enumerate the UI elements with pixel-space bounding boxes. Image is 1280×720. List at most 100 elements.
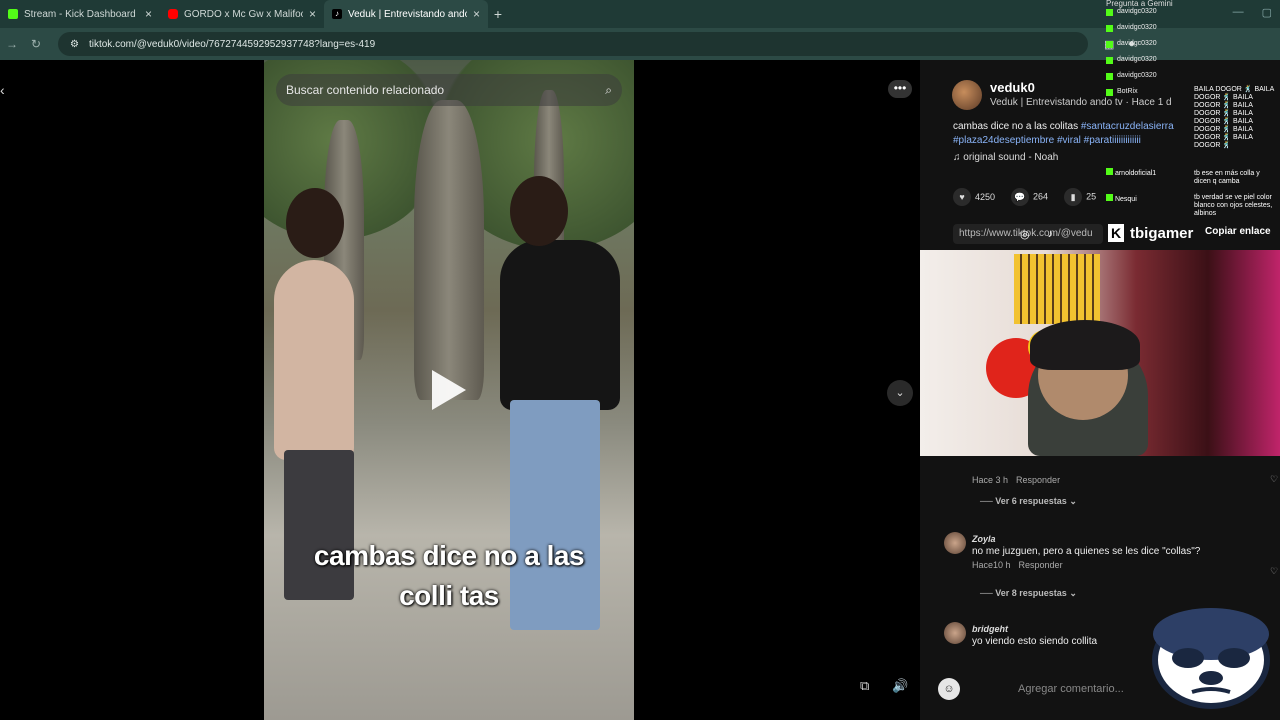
address-bar: → ↻ ⚙ tiktok.com/@veduk0/video/767274459… xyxy=(0,28,1280,60)
chat-username: davidgc0320 xyxy=(1117,72,1157,79)
kick-username: tbigamer xyxy=(1130,224,1194,242)
tab-youtube[interactable]: GORDO x Mc Gw x Malifoo - M × xyxy=(160,0,324,28)
chat-row: Nesqui xyxy=(1106,194,1137,204)
comment-time: Hace 3 h xyxy=(972,475,1009,485)
play-icon[interactable] xyxy=(432,370,466,410)
replies-label: Ver 8 respuestas xyxy=(995,588,1067,598)
chat-line: DOGOR 🕺 BAILA xyxy=(1194,134,1253,141)
chat-row: davidgc0320 xyxy=(1106,68,1280,84)
tab-title: GORDO x Mc Gw x Malifoo - M xyxy=(184,8,303,20)
search-icon[interactable]: ⌕ xyxy=(605,83,612,98)
close-icon[interactable]: × xyxy=(145,7,152,21)
related-search-bar[interactable]: Buscar contenido relacionado ⌕ xyxy=(276,74,622,106)
video-scene xyxy=(414,100,484,400)
video-scene xyxy=(286,188,344,258)
kick-badge-icon xyxy=(1106,168,1113,175)
reload-icon[interactable]: ↻ xyxy=(24,37,48,51)
comment-text: yo viendo esto siendo collita xyxy=(972,636,1098,647)
chat-username: davidgc0320 xyxy=(1117,56,1157,63)
chat-line: DOGOR 🕺 BAILA xyxy=(1194,126,1253,133)
social-icons: ◎ ♪ xyxy=(1020,228,1053,241)
chat-line: BAILA DOGOR 🕺 BAILA xyxy=(1194,86,1275,93)
video-scene xyxy=(500,240,620,410)
copy-link-button[interactable]: Copiar enlace xyxy=(1205,226,1271,237)
save-button[interactable]: ▮ 25 xyxy=(1064,188,1096,206)
chat-username: arnoldoficial1 xyxy=(1114,170,1157,177)
chat-partial-text: Pregunta a Gemini xyxy=(1106,0,1173,8)
sound-row[interactable]: ♫ original sound - Noah xyxy=(953,152,1058,163)
kick-logo-icon: K xyxy=(1108,224,1124,242)
chat-username: BotRix xyxy=(1117,88,1138,95)
kick-icon xyxy=(8,9,18,19)
chat-line: DOGOR 🕺 xyxy=(1194,142,1232,149)
kick-badge-icon xyxy=(1106,88,1113,96)
tab-kick-dashboard[interactable]: Stream - Kick Dashboard × xyxy=(0,0,160,28)
view-replies-button[interactable]: ── Ver 8 respuestas ⌄ xyxy=(980,588,1077,599)
close-icon[interactable]: × xyxy=(473,7,480,21)
like-button[interactable]: ♥ 4250 xyxy=(953,188,995,206)
avatar[interactable] xyxy=(952,80,982,110)
save-count: 25 xyxy=(1086,191,1097,202)
avatar[interactable] xyxy=(944,532,966,554)
heart-icon: ♥ xyxy=(953,188,971,206)
like-count: 4250 xyxy=(975,192,996,202)
emoji-icon[interactable]: ☺ xyxy=(938,678,960,700)
chat-username: Nesqui xyxy=(1114,196,1137,203)
heart-icon[interactable]: ♡ xyxy=(1270,566,1278,577)
pip-icon[interactable]: ⧉ xyxy=(860,678,869,694)
chevron-left-icon[interactable]: ‹ xyxy=(0,82,5,98)
kick-badge-icon xyxy=(1106,194,1113,201)
chat-spam-message: BAILA DOGOR 🕺 BAILA DOGOR 🕺 BAILA DOGOR … xyxy=(1194,86,1278,150)
kick-badge-icon xyxy=(1106,8,1113,16)
music-note-icon: ♫ xyxy=(953,152,961,163)
comment-text: no me juzguen, pero a quienes se les dic… xyxy=(972,546,1201,557)
description-text: cambas dice no a las colitas xyxy=(953,121,1081,132)
webcam-scene xyxy=(1030,320,1140,370)
comment-count: 264 xyxy=(1033,191,1049,202)
comment-item: bridgeht yo viendo esto siendo collita xyxy=(972,624,1097,647)
close-icon[interactable]: × xyxy=(309,7,316,21)
chat-line: DOGOR 🕺 BAILA xyxy=(1194,102,1253,109)
video-caption: colli tas xyxy=(399,580,499,611)
more-options-icon[interactable]: ••• xyxy=(888,80,912,98)
panda-mascot-logo xyxy=(1152,608,1270,709)
tab-tiktok[interactable]: ♪ Veduk | Entrevistando ando tv ( × xyxy=(324,0,488,28)
comment-author[interactable]: Zoyla xyxy=(972,534,1200,544)
comment-author[interactable]: bridgeht xyxy=(972,624,1097,634)
chat-line: DOGOR 🕺 BAILA xyxy=(1194,118,1253,125)
url-field[interactable]: ⚙ tiktok.com/@veduk0/video/7672744592952… xyxy=(58,32,1088,56)
site-info-icon[interactable]: ⚙ xyxy=(70,39,79,50)
view-replies-button[interactable]: ── Ver 6 respuestas ⌄ xyxy=(980,496,1077,507)
bookmark-icon: ▮ xyxy=(1064,188,1083,206)
avatar[interactable] xyxy=(944,622,966,644)
youtube-icon xyxy=(168,9,178,19)
kick-overlay-label: K tbigamer xyxy=(1108,224,1193,242)
video-player[interactable]: Buscar contenido relacionado ⌕ cambas di… xyxy=(264,60,634,720)
replies-label: Ver 6 respuestas xyxy=(995,496,1067,506)
video-scene xyxy=(284,450,354,600)
heart-icon[interactable]: ♡ xyxy=(1270,474,1278,485)
new-tab-button[interactable]: + xyxy=(488,6,508,22)
volume-icon[interactable]: 🔊 xyxy=(892,678,908,694)
comment-button[interactable]: 💬 264 xyxy=(1011,188,1048,206)
comment-item: Zoyla no me juzguen, pero a quienes se l… xyxy=(972,534,1200,570)
reply-button[interactable]: Responder xyxy=(1019,560,1063,570)
video-caption: cambas dice no a las xyxy=(313,540,585,571)
comment-icon: 💬 xyxy=(1011,188,1030,206)
url-text: tiktok.com/@veduk0/video/767274459295293… xyxy=(88,38,376,50)
reply-button[interactable]: Responder xyxy=(1016,475,1060,485)
tab-title: Stream - Kick Dashboard xyxy=(24,8,136,20)
chat-message: tb verdad se ve piel color blanco con oj… xyxy=(1194,194,1273,217)
video-scene xyxy=(274,260,354,460)
comment-time: Hace10 h xyxy=(972,560,1011,570)
tab-title: Veduk | Entrevistando ando tv ( xyxy=(348,8,467,20)
comment-item: Hace 3 h Responder xyxy=(972,472,1060,485)
browser-tab-bar: Stream - Kick Dashboard × GORDO x Mc Gw … xyxy=(0,0,1280,28)
kick-badge-icon xyxy=(1106,40,1113,48)
chat-row: davidgc0320 xyxy=(1106,36,1280,52)
chevron-down-icon[interactable]: ⌄ xyxy=(887,380,913,406)
webcam-scene xyxy=(1014,254,1100,324)
forward-icon[interactable]: → xyxy=(0,37,24,51)
video-scene xyxy=(510,176,568,246)
chat-username: davidgc0320 xyxy=(1117,24,1157,31)
